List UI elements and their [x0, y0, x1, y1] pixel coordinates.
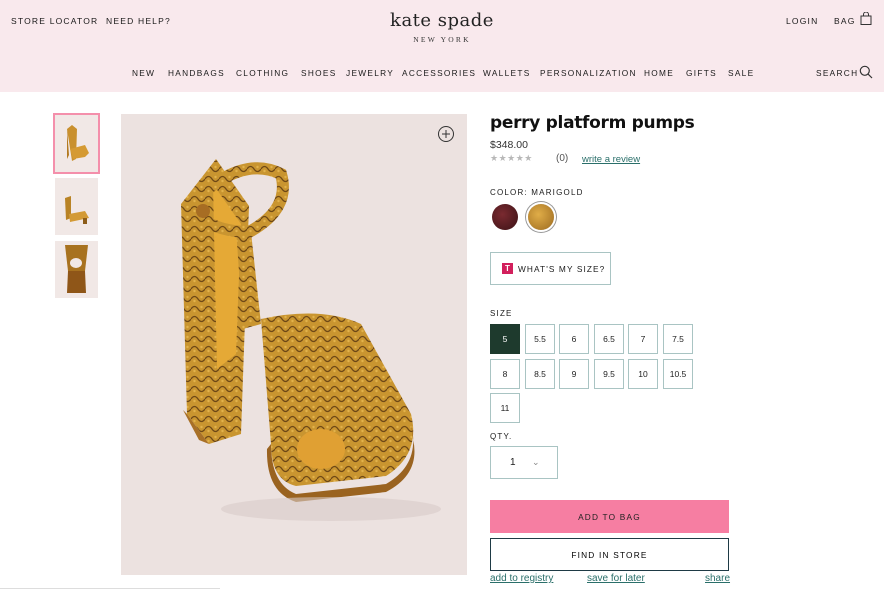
nav-item-shoes[interactable]: SHOES [301, 68, 337, 78]
size-option-7-5[interactable]: 7.5 [663, 324, 693, 354]
nav-item-handbags[interactable]: HANDBAGS [168, 68, 225, 78]
nav-item-jewelry[interactable]: JEWELRY [346, 68, 394, 78]
write-review-link[interactable]: write a review [582, 154, 640, 165]
rating-stars: ★★★★★ [490, 153, 533, 163]
size-option-7[interactable]: 7 [628, 324, 658, 354]
nav-item-personalization[interactable]: PERSONALIZATION [540, 68, 637, 78]
nav-item-gifts[interactable]: GIFTS [686, 68, 717, 78]
product-main-image[interactable] [121, 114, 467, 575]
swatch-marigold[interactable] [528, 204, 554, 230]
size-option-6[interactable]: 6 [559, 324, 589, 354]
size-option-9[interactable]: 9 [559, 359, 589, 389]
size-option-8[interactable]: 8 [490, 359, 520, 389]
zoom-icon[interactable] [437, 125, 455, 143]
product-title: perry platform pumps [490, 113, 695, 133]
product-price: $348.00 [490, 139, 528, 151]
size-option-10[interactable]: 10 [628, 359, 658, 389]
save-for-later-link[interactable]: save for later [587, 573, 645, 584]
chevron-down-icon: ⌄ [532, 457, 540, 467]
main-nav: NEW HANDBAGS CLOTHING SHOES JEWELRY ACCE… [0, 68, 884, 80]
size-option-10-5[interactable]: 10.5 [663, 359, 693, 389]
brand-logo[interactable]: kate spade NEW YORK [342, 10, 542, 44]
shoe-thumbnail-image [65, 196, 89, 224]
shoe-thumbnail-image [65, 245, 88, 293]
nav-item-sale[interactable]: SALE [728, 68, 754, 78]
thumbnail-front[interactable] [53, 113, 100, 174]
nav-item-wallets[interactable]: WALLETS [483, 68, 531, 78]
pump-shoe-image [181, 159, 441, 521]
true-fit-icon: T [502, 263, 513, 274]
quantity-select[interactable]: 1 ⌄ [490, 446, 558, 479]
shoe-thumbnail-image [67, 125, 89, 161]
logo-name: kate spade [390, 10, 494, 31]
nav-item-home[interactable]: HOME [644, 68, 674, 78]
size-option-11[interactable]: 11 [490, 393, 520, 423]
search-label[interactable]: SEARCH [816, 68, 858, 78]
thumbnail-side[interactable] [55, 178, 98, 235]
size-option-5-5[interactable]: 5.5 [525, 324, 555, 354]
size-option-8-5[interactable]: 8.5 [525, 359, 555, 389]
size-guide-label: WHAT'S MY SIZE? [518, 263, 606, 274]
whats-my-size-button[interactable]: T WHAT'S MY SIZE? [490, 252, 611, 285]
nav-item-accessories[interactable]: ACCESSORIES [402, 68, 476, 78]
size-option-9-5[interactable]: 9.5 [594, 359, 624, 389]
bag-link[interactable]: BAG [834, 16, 856, 26]
add-to-bag-button[interactable]: ADD TO BAG [490, 500, 729, 533]
color-label: COLOR: MARIGOLD [490, 188, 584, 197]
size-option-5[interactable]: 5 [490, 324, 520, 354]
divider [0, 588, 220, 589]
size-label: SIZE [490, 309, 513, 318]
swatch-burgundy[interactable] [492, 204, 518, 230]
qty-label: QTY. [490, 432, 513, 441]
size-option-6-5[interactable]: 6.5 [594, 324, 624, 354]
search-icon[interactable] [859, 65, 873, 79]
nav-item-new[interactable]: NEW [132, 68, 155, 78]
site-header: STORE LOCATOR NEED HELP? kate spade NEW … [0, 0, 884, 92]
store-locator-link[interactable]: STORE LOCATOR [11, 16, 98, 26]
find-in-store-button[interactable]: FIND IN STORE [490, 538, 729, 571]
nav-item-clothing[interactable]: CLOTHING [236, 68, 289, 78]
logo-city: NEW YORK [413, 35, 471, 44]
thumbnail-back[interactable] [55, 241, 98, 298]
share-link[interactable]: share [705, 573, 730, 584]
need-help-link[interactable]: NEED HELP? [106, 16, 171, 26]
review-count: (0) [556, 153, 569, 164]
login-link[interactable]: LOGIN [786, 16, 818, 26]
add-to-registry-link[interactable]: add to registry [490, 573, 553, 584]
shopping-bag-icon[interactable] [860, 12, 872, 25]
quantity-value: 1 [510, 457, 516, 468]
